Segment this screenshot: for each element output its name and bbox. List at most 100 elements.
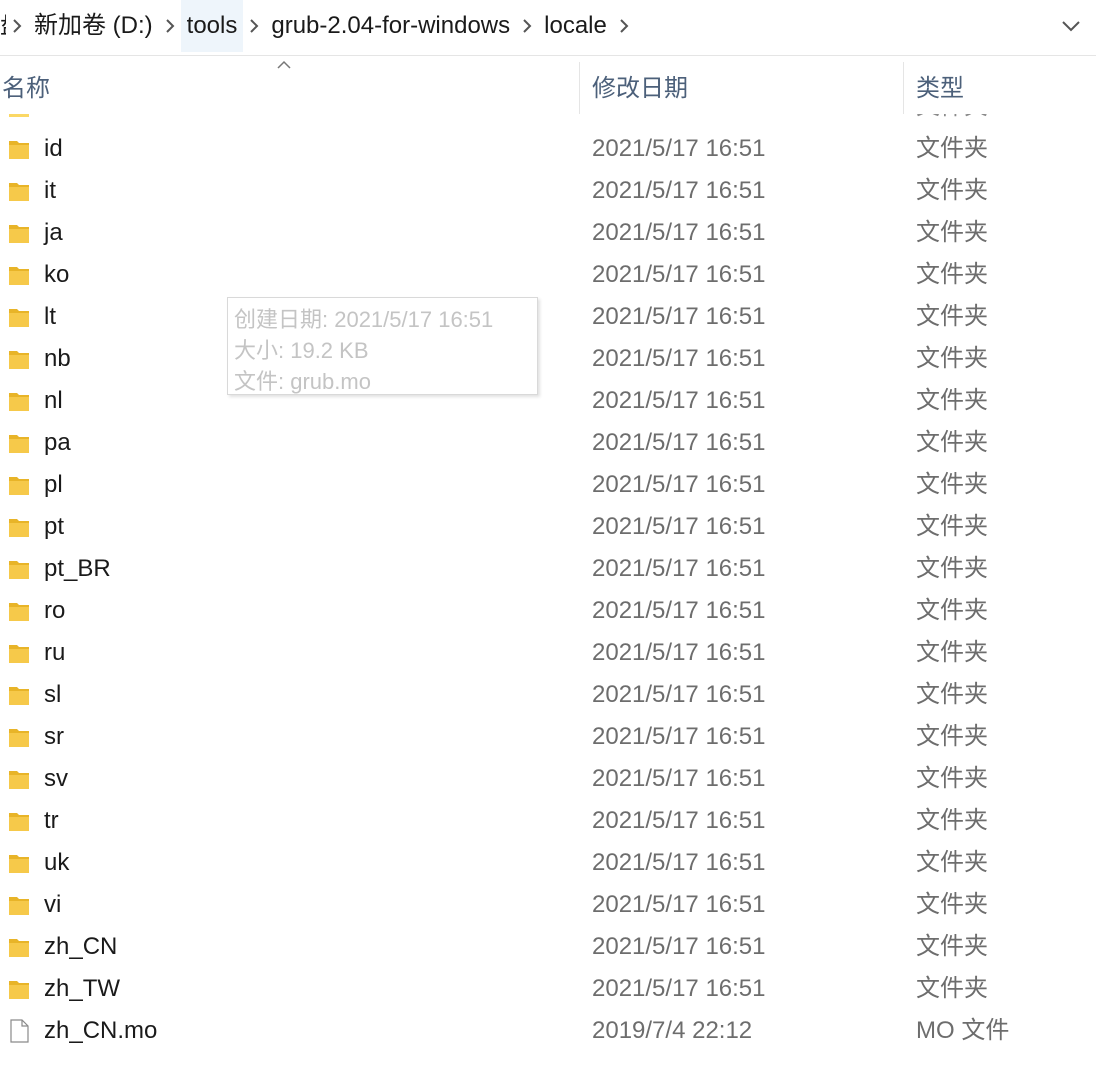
file-name: ja [44, 219, 63, 246]
column-divider[interactable] [579, 62, 580, 114]
file-modified-date: 2021/5/17 16:51 [592, 261, 766, 288]
folder-icon [9, 309, 29, 327]
list-item[interactable]: uk 2021/5/17 16:51 文件夹 [0, 842, 1096, 884]
list-item[interactable]: sv 2021/5/17 16:51 文件夹 [0, 758, 1096, 800]
file-name: ro [44, 597, 66, 624]
file-name: lt [44, 303, 56, 330]
file-name: uk [44, 849, 70, 876]
folder-icon [9, 771, 29, 789]
breadcrumb-item-tools[interactable]: tools [180, 0, 244, 52]
list-item[interactable]: id 2021/5/17 16:51 文件夹 [0, 128, 1096, 170]
file-name: it [44, 177, 56, 204]
list-item[interactable]: ja 2021/5/17 16:51 文件夹 [0, 212, 1096, 254]
file-modified-date: 2021/5/17 16:51 [592, 345, 766, 372]
file-name: ru [44, 639, 66, 666]
chevron-right-icon[interactable] [243, 0, 265, 52]
breadcrumb-item-drive[interactable]: 新加卷 (D:) [28, 0, 159, 52]
file-modified-date: 2021/5/17 16:51 [592, 303, 766, 330]
file-type: 文件夹 [916, 765, 988, 792]
file-type: 文件夹 [916, 261, 988, 288]
list-item[interactable]: zh_CN.mo 2019/7/4 22:12 MO 文件 [0, 1010, 1096, 1052]
list-item[interactable]: sl 2021/5/17 16:51 文件夹 [0, 674, 1096, 716]
breadcrumb-item-grub[interactable]: grub-2.04-for-windows [265, 0, 516, 52]
column-header-date[interactable]: 修改日期 [592, 56, 902, 114]
file-type: 文件夹 [916, 471, 988, 498]
column-header-type[interactable]: 类型 [916, 56, 1086, 114]
file-modified-date: 2021/5/17 16:51 [592, 219, 766, 246]
list-item[interactable]: ro 2021/5/17 16:51 文件夹 [0, 590, 1096, 632]
chevron-down-icon[interactable] [1060, 16, 1082, 36]
file-type: 文件夹 [916, 303, 988, 330]
file-name: pt [44, 513, 65, 540]
file-name: id [44, 135, 63, 162]
file-name: nb [44, 345, 71, 372]
file-modified-date: 2021/5/17 16:51 [592, 933, 766, 960]
list-item[interactable]: tr 2021/5/17 16:51 文件夹 [0, 800, 1096, 842]
file-name: pl [44, 471, 63, 498]
chevron-right-icon[interactable] [516, 0, 538, 52]
folder-icon [9, 267, 29, 285]
file-list: hu 2021/5/17 16:51 文件夹 id 2021/5/17 16:51… [0, 114, 1096, 1075]
file-modified-date: 2021/5/17 16:51 [592, 177, 766, 204]
list-item[interactable]: pl 2021/5/17 16:51 文件夹 [0, 464, 1096, 506]
list-item[interactable]: ko 2021/5/17 16:51 文件夹 [0, 254, 1096, 296]
folder-icon [9, 813, 29, 831]
list-item[interactable]: nl 2021/5/17 16:51 文件夹 [0, 380, 1096, 422]
file-modified-date: 2021/5/17 16:51 [592, 114, 766, 128]
file-type: 文件夹 [916, 597, 988, 624]
breadcrumb: 盘 新加卷 (D:) tools grub-2.04-for-windows l… [0, 0, 635, 52]
list-item[interactable]: pt_BR 2021/5/17 16:51 文件夹 [0, 548, 1096, 590]
folder-icon [9, 393, 29, 411]
file-name: zh_CN.mo [44, 1017, 158, 1044]
file-name: pt_BR [44, 555, 111, 582]
file-name: zh_CN [44, 933, 118, 960]
list-item[interactable]: pa 2021/5/17 16:51 文件夹 [0, 422, 1096, 464]
list-item[interactable]: vi 2021/5/17 16:51 文件夹 [0, 884, 1096, 926]
file-modified-date: 2019/7/4 22:12 [592, 1017, 753, 1044]
folder-icon [9, 897, 29, 915]
file-modified-date: 2021/5/17 16:51 [592, 975, 766, 1002]
file-type: 文件夹 [916, 975, 988, 1002]
tooltip-size: 大小: 19.2 KB [234, 338, 369, 363]
list-item[interactable]: nb 2021/5/17 16:51 文件夹 [0, 338, 1096, 380]
folder-icon [9, 519, 29, 537]
folder-icon [9, 114, 29, 117]
list-item[interactable]: sr 2021/5/17 16:51 文件夹 [0, 716, 1096, 758]
list-item[interactable]: ru 2021/5/17 16:51 文件夹 [0, 632, 1096, 674]
list-item[interactable]: lt 2021/5/17 16:51 文件夹 [0, 296, 1096, 338]
list-item[interactable]: hu 2021/5/17 16:51 文件夹 [0, 114, 1096, 128]
file-type: 文件夹 [916, 933, 988, 960]
chevron-right-icon[interactable] [613, 0, 635, 52]
list-item[interactable]: pt 2021/5/17 16:51 文件夹 [0, 506, 1096, 548]
tooltip-file: 文件: grub.mo [234, 369, 371, 394]
breadcrumb-item-locale[interactable]: locale [538, 0, 613, 52]
list-item[interactable]: zh_CN 2021/5/17 16:51 文件夹 [0, 926, 1096, 968]
file-modified-date: 2021/5/17 16:51 [592, 597, 766, 624]
address-bar[interactable]: 盘 新加卷 (D:) tools grub-2.04-for-windows l… [0, 0, 1096, 56]
column-header-name[interactable]: 名称 [2, 56, 578, 114]
file-type: 文件夹 [916, 177, 988, 204]
file-name: sr [44, 723, 64, 750]
file-name: nl [44, 387, 63, 414]
folder-icon [9, 603, 29, 621]
file-modified-date: 2021/5/17 16:51 [592, 429, 766, 456]
file-type: 文件夹 [916, 114, 988, 128]
file-type: 文件夹 [916, 723, 988, 750]
chevron-right-icon[interactable] [159, 0, 181, 52]
file-type: 文件夹 [916, 681, 988, 708]
column-header: 名称 修改日期 类型 [0, 56, 1096, 114]
file-modified-date: 2021/5/17 16:51 [592, 891, 766, 918]
file-type: 文件夹 [916, 345, 988, 372]
file-modified-date: 2021/5/17 16:51 [592, 723, 766, 750]
file-modified-date: 2021/5/17 16:51 [592, 513, 766, 540]
list-item[interactable]: zh_TW 2021/5/17 16:51 文件夹 [0, 968, 1096, 1010]
folder-icon [9, 435, 29, 453]
chevron-right-icon[interactable] [6, 0, 28, 52]
file-modified-date: 2021/5/17 16:51 [592, 387, 766, 414]
folder-icon [9, 477, 29, 495]
tooltip-created-date: 创建日期: 2021/5/17 16:51 [234, 307, 494, 332]
file-modified-date: 2021/5/17 16:51 [592, 765, 766, 792]
file-type: 文件夹 [916, 849, 988, 876]
list-item[interactable]: it 2021/5/17 16:51 文件夹 [0, 170, 1096, 212]
column-divider[interactable] [903, 62, 904, 114]
